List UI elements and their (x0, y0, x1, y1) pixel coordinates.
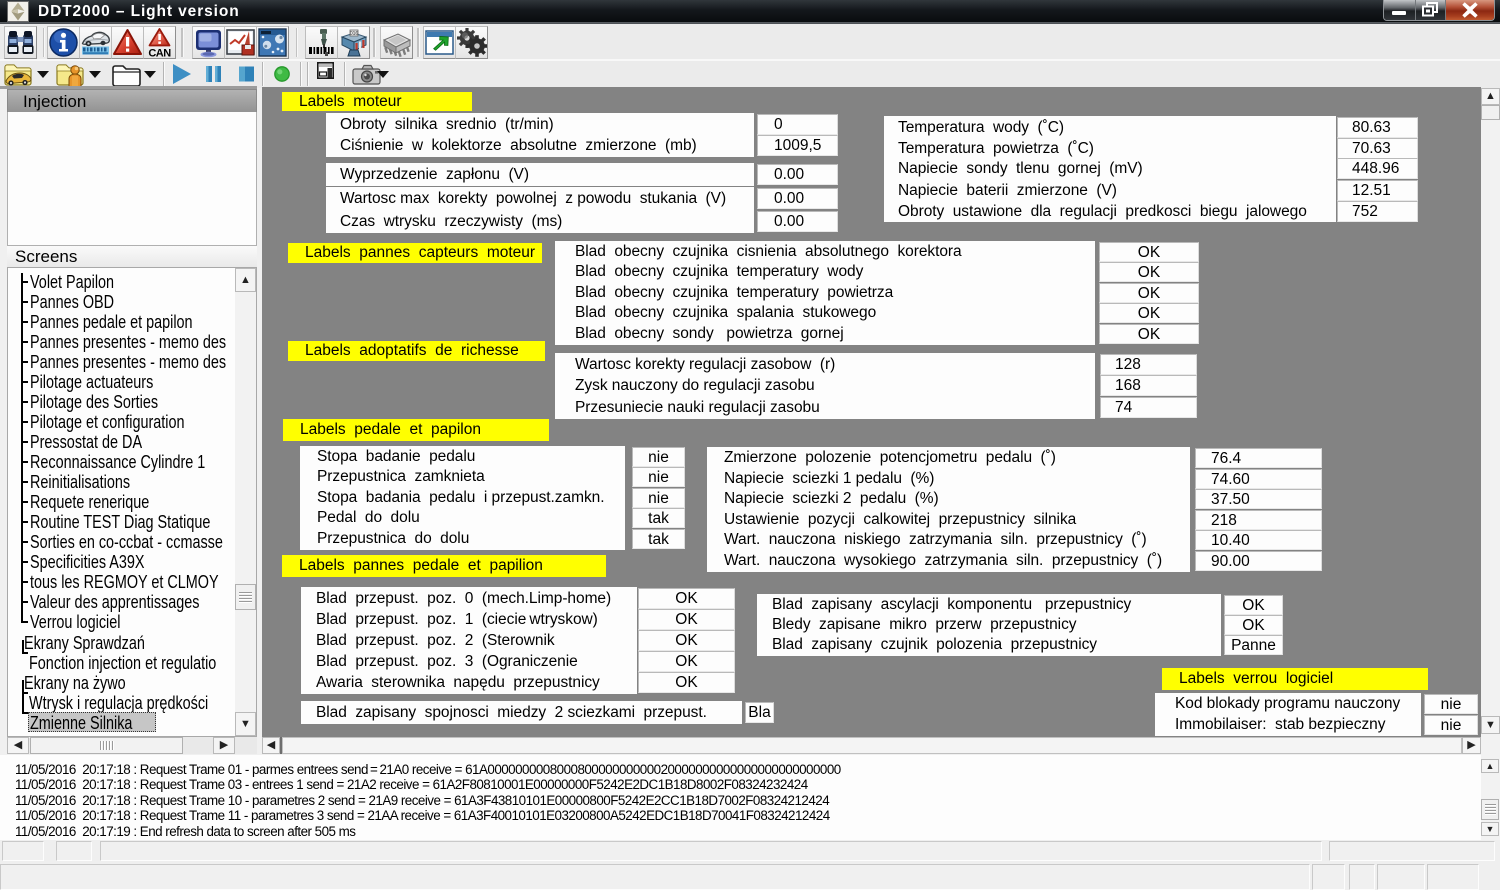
svg-text:CAN: CAN (148, 48, 171, 59)
svg-text:016: 016 (350, 31, 359, 37)
